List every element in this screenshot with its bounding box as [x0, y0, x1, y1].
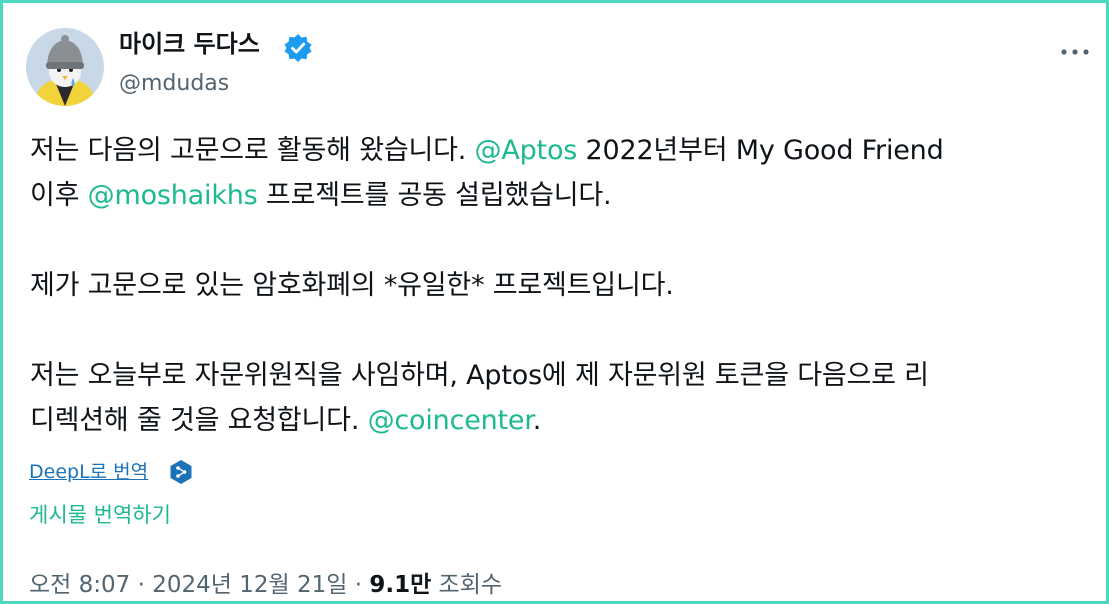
deepl-translate-link[interactable]: DeepL로 번역 — [29, 458, 148, 486]
tweet-text: 저는 다음의 고문으로 활동해 왔습니다. @Aptos 2022년부터 My … — [30, 128, 1090, 443]
avatar[interactable] — [26, 28, 104, 106]
tweet-text-segment: 프로젝트를 공동 설립했습니다. — [257, 180, 612, 211]
translate-post-button[interactable]: 게시물 번역하기 — [29, 500, 171, 530]
mention-link-moshaikhs[interactable]: @moshaikhs — [88, 180, 258, 211]
tweet-line: 제가 고문으로 있는 암호화폐의 *유일한* 프로젝트입니다. — [30, 270, 674, 301]
view-count-label: 조회수 — [431, 572, 503, 598]
post-time[interactable]: 오전 8:07 — [29, 572, 130, 598]
tweet-line: 이후 @moshaikhs 프로젝트를 공동 설립했습니다. — [30, 173, 1090, 218]
deepl-icon[interactable] — [168, 459, 194, 485]
tweet-metadata: 오전 8:07 · 2024년 12월 21일 · 9.1만 조회수 — [29, 569, 502, 601]
author-handle[interactable]: @mdudas — [119, 69, 229, 99]
tweet-card: 마이크 두다스 @mdudas 저는 다음의 고문으로 활동해 왔습니다. @A… — [0, 0, 1109, 604]
view-count: 9.1만 — [369, 572, 432, 598]
tweet-text-segment: 2022년부터 My Good Friend — [577, 135, 944, 166]
tweet-line: 저는 오늘부로 자문위원직을 사임하며, Aptos에 제 자문위원 토큰을 다… — [30, 360, 929, 391]
separator: · — [347, 572, 370, 598]
tweet-text-segment: 이후 — [30, 180, 88, 211]
tweet-text-segment: 디렉션해 줄 것을 요청합니다. — [30, 405, 368, 436]
avatar-image — [26, 28, 104, 106]
tweet-line: 디렉션해 줄 것을 요청합니다. @coincenter. — [30, 398, 1090, 443]
tweet-text-segment: . — [532, 405, 542, 436]
mention-link-coincenter[interactable]: @coincenter — [368, 405, 533, 436]
separator: · — [130, 572, 153, 598]
tweet-text-segment: 저는 다음의 고문으로 활동해 왔습니다. — [30, 135, 475, 166]
author-display-name[interactable]: 마이크 두다스 — [119, 27, 260, 61]
post-date[interactable]: 2024년 12월 21일 — [152, 572, 347, 598]
mention-link-aptos[interactable]: @Aptos — [475, 135, 578, 166]
tweet-line: 저는 다음의 고문으로 활동해 왔습니다. @Aptos 2022년부터 My … — [30, 128, 1090, 173]
verified-badge-icon[interactable] — [283, 33, 313, 63]
more-options-icon[interactable] — [1059, 43, 1091, 55]
